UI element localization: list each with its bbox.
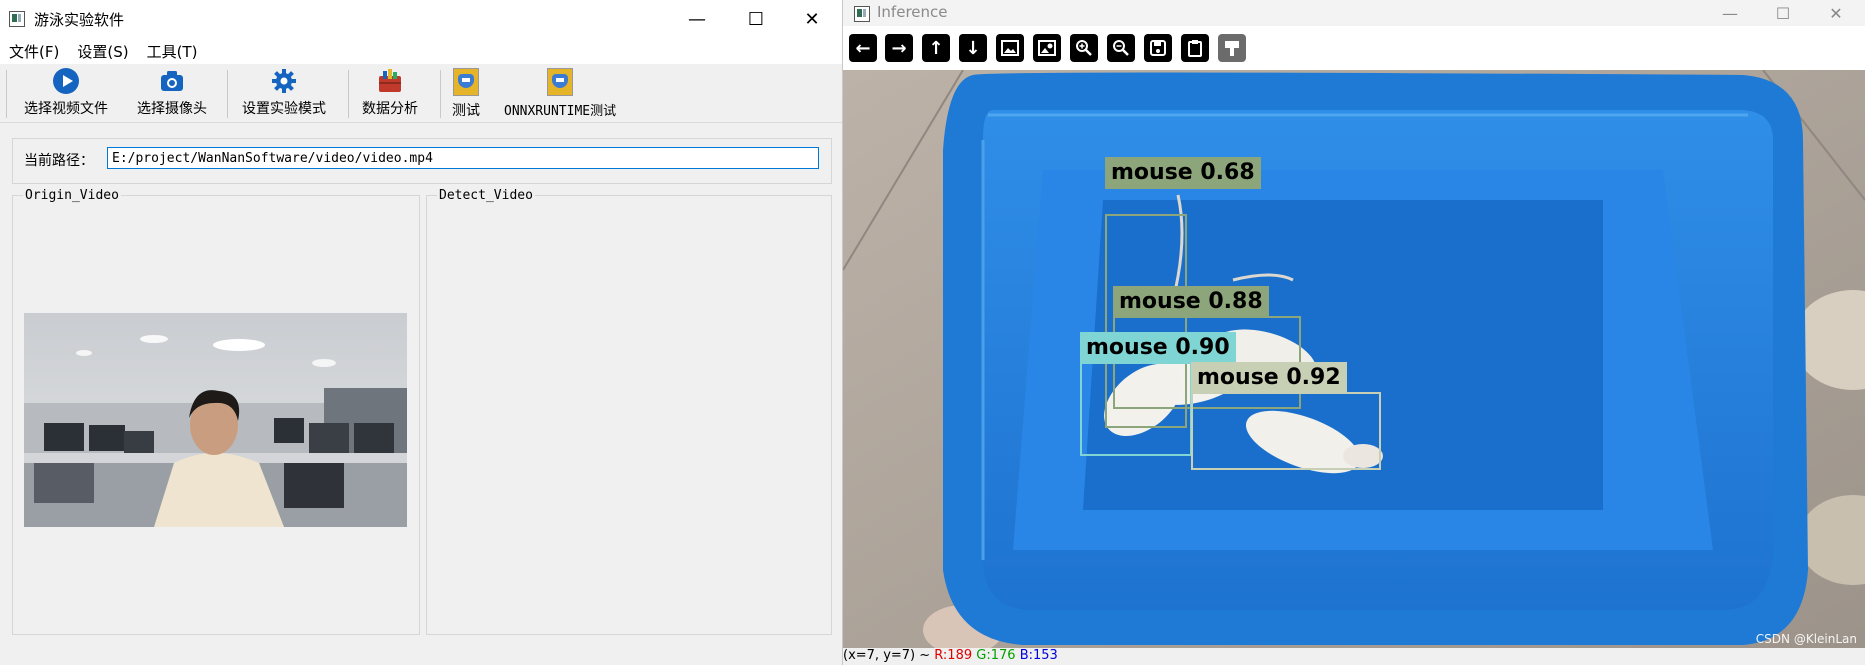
inference-toolbar: ← → ↑ ↓ <box>843 26 1865 70</box>
inference-minimize-button[interactable]: — <box>1701 0 1759 26</box>
menu-file[interactable]: 文件(F) <box>0 41 68 62</box>
toolbar-separator <box>348 70 349 118</box>
pixel-blue-value: B:153 <box>1019 648 1058 663</box>
data-analysis-label: 数据分析 <box>362 101 418 117</box>
onnxruntime-test-button[interactable]: ONNXRUNTIME测试 <box>504 68 616 120</box>
set-experiment-mode-label: 设置实验模式 <box>242 101 326 117</box>
toolbar-separator <box>440 70 441 118</box>
path-label: 当前路径： <box>24 153 94 169</box>
origin-video-group: Origin_Video <box>12 188 420 635</box>
title-bar: 游泳实验软件 — ☐ ✕ <box>0 0 842 38</box>
inference-title: Inference <box>877 3 948 21</box>
select-camera-button[interactable]: 选择摄像头 <box>137 68 207 120</box>
detection-box <box>1191 392 1381 470</box>
detection-image <box>843 70 1865 648</box>
cursor-coords: (x=7, y=7) ~ <box>843 648 931 663</box>
inference-window: Inference — ☐ ✕ ← → ↑ ↓ mouse 0.68 mouse… <box>843 0 1865 665</box>
inference-maximize-button[interactable]: ☐ <box>1754 0 1812 26</box>
data-analysis-button[interactable]: 数据分析 <box>362 68 418 120</box>
origin-video-title: Origin_Video <box>23 188 121 203</box>
zoom-in-icon[interactable] <box>1070 34 1098 62</box>
chart-icon <box>379 69 401 92</box>
watermark: CSDN @KleinLan <box>1755 632 1857 646</box>
app-icon <box>854 6 870 22</box>
menu-bar: 文件(F) 设置(S) 工具(T) <box>0 38 842 64</box>
detection-label: mouse 0.68 <box>1105 157 1261 189</box>
detect-video-title: Detect_Video <box>437 188 535 203</box>
minimize-button[interactable]: — <box>668 0 726 38</box>
inference-image-canvas[interactable]: mouse 0.68 mouse 0.88 mouse 0.90 mouse 0… <box>843 70 1865 648</box>
clipboard-icon[interactable] <box>1181 34 1209 62</box>
app-icon <box>9 11 25 27</box>
app-image-icon <box>453 68 479 96</box>
detect-video-group: Detect_Video <box>426 188 832 635</box>
select-video-file-label: 选择视频文件 <box>24 101 108 117</box>
pixel-status-bar: (x=7, y=7) ~ R:189 G:176 B:153 <box>843 648 1865 665</box>
window-title: 游泳实验软件 <box>34 11 125 29</box>
detection-box <box>1080 362 1192 456</box>
toolbar-separator <box>227 70 228 118</box>
back-arrow-icon[interactable]: ← <box>849 34 877 62</box>
image-icon[interactable] <box>996 34 1024 62</box>
test-label: 测试 <box>452 103 480 119</box>
path-input[interactable]: E:/project/WanNanSoftware/video/video.mp… <box>107 147 819 169</box>
app-image-icon <box>547 68 574 96</box>
main-window: 游泳实验软件 — ☐ ✕ 文件(F) 设置(S) 工具(T) 选择视频文件 选择… <box>0 0 843 665</box>
down-arrow-icon[interactable]: ↓ <box>959 34 987 62</box>
detection-label: mouse 0.92 <box>1191 362 1347 394</box>
close-button[interactable]: ✕ <box>783 0 841 38</box>
play-icon <box>53 68 79 94</box>
path-panel: 当前路径： E:/project/WanNanSoftware/video/vi… <box>12 138 832 184</box>
select-camera-label: 选择摄像头 <box>137 101 207 117</box>
image-settings-icon[interactable] <box>1033 34 1061 62</box>
inference-close-button[interactable]: ✕ <box>1807 0 1865 26</box>
save-icon[interactable] <box>1144 34 1172 62</box>
origin-video-frame <box>24 313 407 527</box>
pixel-green-value: G:176 <box>976 648 1016 663</box>
set-experiment-mode-button[interactable]: 设置实验模式 <box>242 68 326 120</box>
pixel-red-value: R:189 <box>934 648 973 663</box>
toolbar-grip <box>6 70 7 118</box>
onnxruntime-test-label: ONNXRUNTIME测试 <box>504 104 617 119</box>
gear-icon <box>272 69 296 93</box>
paint-icon[interactable] <box>1218 34 1246 62</box>
forward-arrow-icon[interactable]: → <box>885 34 913 62</box>
maximize-button[interactable]: ☐ <box>727 0 785 38</box>
test-button[interactable]: 测试 <box>452 68 480 120</box>
camera-icon <box>161 71 183 91</box>
detection-label: mouse 0.88 <box>1113 286 1269 318</box>
up-arrow-icon[interactable]: ↑ <box>922 34 950 62</box>
menu-settings[interactable]: 设置(S) <box>68 41 137 62</box>
inference-title-bar: Inference — ☐ ✕ <box>843 0 1865 26</box>
select-video-file-button[interactable]: 选择视频文件 <box>24 68 108 120</box>
toolbar: 选择视频文件 选择摄像头 设置实验模式 数据分析 测试 ONNXRUNTIME测… <box>0 64 842 123</box>
menu-tools[interactable]: 工具(T) <box>138 41 207 62</box>
zoom-out-icon[interactable] <box>1107 34 1135 62</box>
detection-label: mouse 0.90 <box>1080 332 1236 364</box>
